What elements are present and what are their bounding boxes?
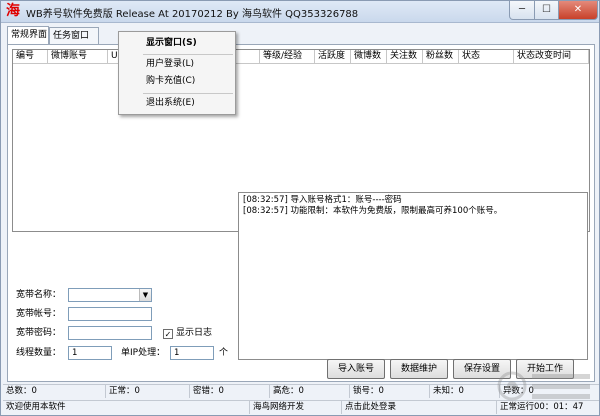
unknown-count: 未知：0 — [430, 385, 500, 398]
column-header-status-time[interactable]: 状态改变时间 — [514, 50, 589, 64]
app-logo-icon: 海 — [6, 3, 20, 19]
log-line: [08:32:57] 导入账号格式1：账号----密码 — [243, 195, 402, 205]
column-header-status[interactable]: 状态 — [459, 50, 514, 64]
column-header-followers[interactable]: 粉丝数 — [423, 50, 459, 64]
minimize-button[interactable]: ─ — [509, 1, 535, 20]
window-title: WB养号软件免费版 Release At 20170212 By 海鸟软件 QQ… — [26, 9, 359, 20]
broadband-account-label: 宽带帐号： — [16, 309, 62, 319]
main-panel: 编号 微博账号 U 等级/经验 活跃度 微博数 关注数 粉丝数 状态 状态改变时… — [7, 44, 595, 382]
developer-text: 海鸟网络开发 — [250, 401, 342, 414]
menu-separator — [143, 93, 233, 94]
column-header-weibo-account[interactable]: 微博账号 — [48, 50, 108, 64]
show-log-label: 显示日志 — [176, 328, 213, 338]
table-header: 编号 微博账号 U 等级/经验 活跃度 微博数 关注数 粉丝数 状态 状态改变时… — [13, 50, 589, 64]
per-ip-input[interactable]: 1 — [170, 346, 214, 360]
app-window: 海 WB养号软件免费版 Release At 20170212 By 海鸟软件 … — [0, 0, 600, 416]
dropdown-arrow-icon[interactable]: ▼ — [139, 289, 151, 301]
context-menu: 显示窗口(S) 用户登录(L) 购卡充值(C) 退出系统(E) — [118, 31, 236, 115]
column-header-post-count[interactable]: 微博数 — [351, 50, 387, 64]
high-risk-count: 高危：0 — [270, 385, 350, 398]
tab-task-window[interactable]: 任务窗口 — [49, 27, 99, 44]
data-maintenance-button[interactable]: 数据维护 — [390, 359, 448, 379]
broadband-account-input[interactable] — [68, 307, 152, 321]
uptime-text: 正常运行00：01：47 — [500, 402, 584, 412]
column-header-following[interactable]: 关注数 — [387, 50, 423, 64]
thread-count-label: 线程数量： — [16, 348, 62, 358]
welcome-text: 欢迎使用本软件 — [3, 401, 250, 414]
broadband-password-label: 宽带密码： — [16, 328, 62, 338]
per-ip-label: 单IP处理： — [121, 348, 166, 358]
menu-item-show-window[interactable]: 显示窗口(S) — [146, 36, 197, 51]
start-work-button[interactable]: 开始工作 — [516, 359, 574, 379]
show-log-checkbox[interactable]: ✓ — [163, 329, 173, 339]
password-error-count: 密错：0 — [190, 385, 270, 398]
save-settings-button[interactable]: 保存设置 — [453, 359, 511, 379]
locked-count: 锁号：0 — [350, 385, 430, 398]
menu-item-buy-card[interactable]: 购卡充值(C) — [146, 74, 195, 89]
column-header-id[interactable]: 编号 — [13, 50, 48, 64]
abnormal-count: 异数：0 — [503, 386, 534, 396]
status-bar: 欢迎使用本软件 海鸟网络开发 点击此处登录 正常运行00：01：47 — [3, 400, 599, 414]
login-link[interactable]: 点击此处登录 — [342, 401, 497, 414]
log-line: [08:32:57] 功能限制：本软件为免费版，限制最高可养100个账号。 — [243, 206, 503, 216]
menu-item-exit[interactable]: 退出系统(E) — [146, 96, 195, 111]
thread-count-input[interactable]: 1 — [68, 346, 112, 360]
maximize-button[interactable]: ☐ — [534, 1, 559, 20]
column-header-level[interactable]: 等级/经验 — [260, 50, 315, 64]
menu-separator — [143, 54, 233, 55]
status-count-bar: 总数：0 正常：0 密错：0 高危：0 锁号：0 未知：0 异数：0 — [3, 384, 599, 398]
per-ip-unit: 个 — [219, 348, 229, 358]
broadband-password-input[interactable] — [68, 326, 152, 340]
close-button[interactable]: ✕ — [558, 1, 598, 20]
total-count: 总数：0 — [3, 385, 106, 398]
broadband-name-label: 宽带名称： — [16, 290, 62, 300]
tab-main-view[interactable]: 常规界面 — [7, 26, 49, 44]
column-header-activity[interactable]: 活跃度 — [315, 50, 351, 64]
title-bar[interactable]: 海 WB养号软件免费版 Release At 20170212 By 海鸟软件 … — [1, 1, 599, 23]
normal-count: 正常：0 — [106, 385, 190, 398]
import-accounts-button[interactable]: 导入账号 — [327, 359, 385, 379]
log-panel[interactable]: [08:32:57] 导入账号格式1：账号----密码 [08:32:57] 功… — [238, 192, 588, 360]
menu-item-user-login[interactable]: 用户登录(L) — [146, 57, 194, 72]
